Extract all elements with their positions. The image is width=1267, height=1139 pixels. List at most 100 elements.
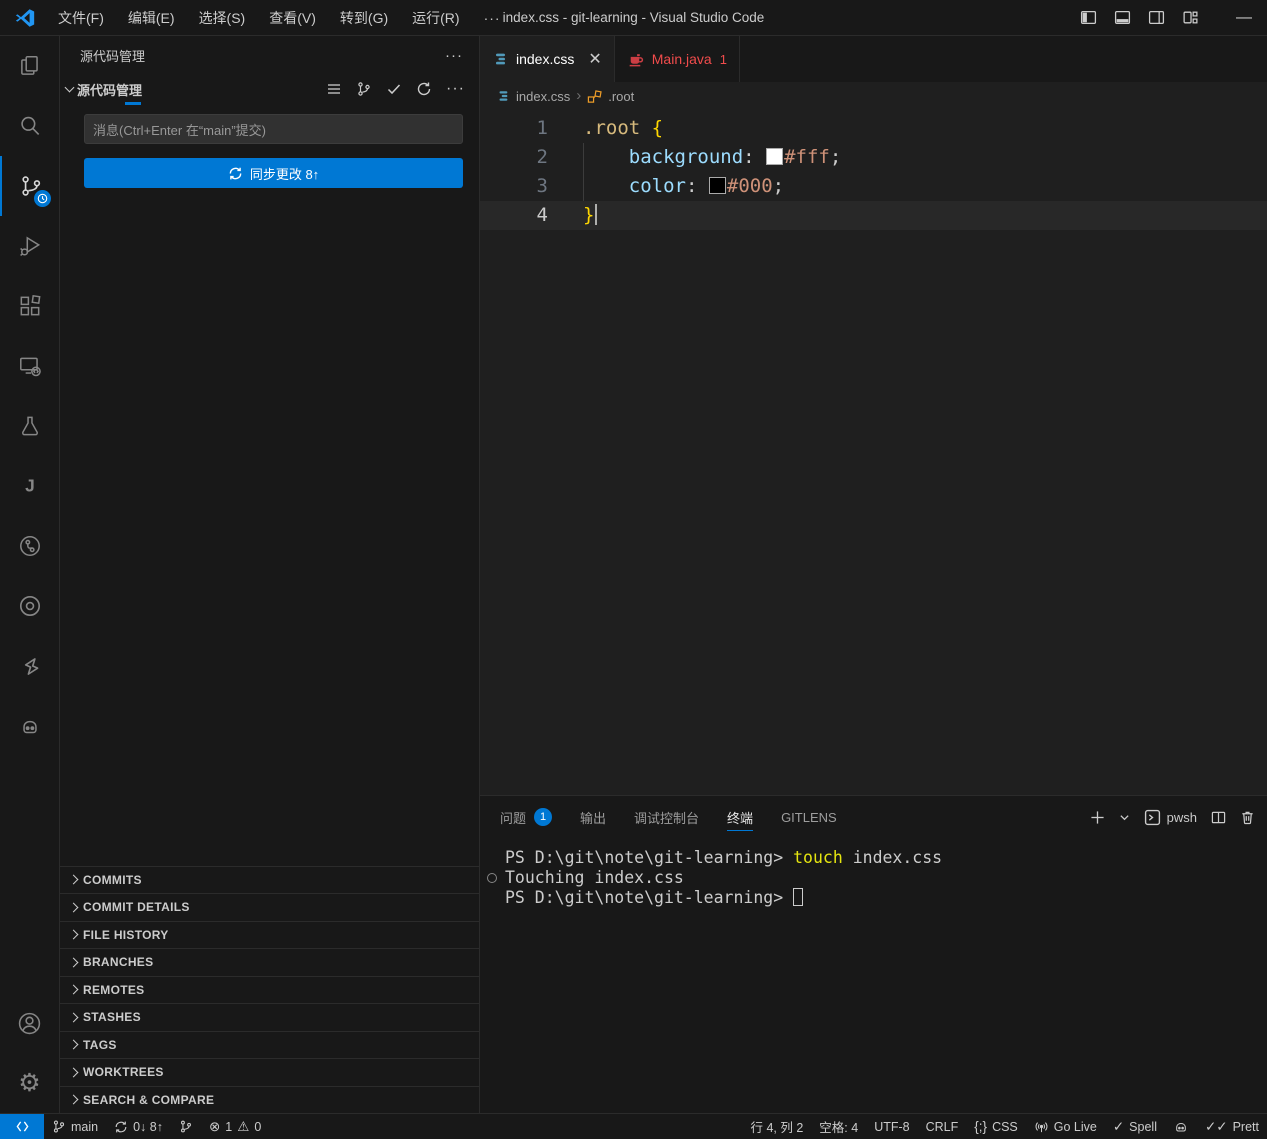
- problems-status[interactable]: ⊗ 1 ⚠ 0: [201, 1114, 269, 1139]
- refresh-icon[interactable]: [416, 81, 432, 97]
- menu-more-icon[interactable]: ···: [472, 10, 513, 26]
- run-debug-icon[interactable]: [0, 216, 60, 276]
- indent-guide: [583, 172, 584, 201]
- git-graph-icon[interactable]: [0, 516, 60, 576]
- line-content: .root {: [583, 114, 663, 143]
- view-as-list-icon[interactable]: [326, 81, 342, 97]
- code-token: [755, 146, 766, 168]
- go-live-status[interactable]: Go Live: [1026, 1114, 1105, 1139]
- remote-indicator[interactable]: [0, 1114, 44, 1139]
- minimize-icon[interactable]: —: [1221, 0, 1267, 36]
- scm-more-icon[interactable]: ···: [446, 80, 465, 98]
- code-token: ;: [773, 175, 784, 197]
- prettier-status[interactable]: ✓✓ Prett: [1197, 1114, 1267, 1139]
- section-label: COMMITS: [83, 873, 142, 887]
- scm-section-commits[interactable]: COMMITS: [60, 866, 479, 894]
- layout-sidebar-left-icon[interactable]: [1071, 0, 1105, 36]
- tab-debug-console[interactable]: 调试控制台: [634, 796, 699, 838]
- menu-view[interactable]: 查看(V): [257, 0, 328, 36]
- menu-run[interactable]: 运行(R): [400, 0, 471, 36]
- scm-graph-icon[interactable]: [356, 81, 372, 97]
- vscode-logo-icon: [14, 7, 36, 29]
- new-terminal-icon[interactable]: [1090, 810, 1105, 825]
- gitlens-icon[interactable]: [0, 636, 60, 696]
- scm-section-stashes[interactable]: STASHES: [60, 1003, 479, 1031]
- accounts-icon[interactable]: [0, 993, 60, 1053]
- source-control-icon[interactable]: [0, 156, 60, 216]
- scm-section-commit-details[interactable]: COMMIT DETAILS: [60, 893, 479, 921]
- remote-explorer-icon[interactable]: [0, 336, 60, 396]
- menu-file[interactable]: 文件(F): [46, 0, 116, 36]
- section-label: BRANCHES: [83, 955, 153, 969]
- terminal-dropdown-icon[interactable]: [1119, 812, 1130, 823]
- scm-section-file-history[interactable]: FILE HISTORY: [60, 921, 479, 949]
- layout-customize-icon[interactable]: [1173, 0, 1207, 36]
- close-icon[interactable]: ✕: [588, 49, 601, 69]
- spell-status[interactable]: ✓ Spell: [1105, 1114, 1165, 1139]
- code-line-2[interactable]: 2 background: #fff;: [480, 143, 1267, 172]
- menu-selection[interactable]: 选择(S): [187, 0, 258, 36]
- branch-status[interactable]: main: [44, 1114, 106, 1139]
- scm-section-remotes[interactable]: REMOTES: [60, 976, 479, 1004]
- code-line-1[interactable]: 1.root {: [480, 114, 1267, 143]
- terminal-content[interactable]: PS D:\git\note\git-learning> touch index…: [480, 838, 1267, 1113]
- command-decoration-icon[interactable]: [487, 873, 497, 883]
- code-line-4[interactable]: 4}: [480, 201, 1267, 230]
- indentation-status[interactable]: 空格: 4: [811, 1114, 866, 1139]
- testing-beaker-icon[interactable]: [0, 396, 60, 456]
- scm-graph-status-icon[interactable]: [171, 1114, 201, 1139]
- settings-gear-icon[interactable]: ⚙: [0, 1053, 60, 1113]
- robot-icon[interactable]: [0, 696, 60, 756]
- tab-output[interactable]: 输出: [580, 796, 606, 838]
- scm-section-header[interactable]: 源代码管理 ···: [60, 74, 479, 104]
- tab-problems[interactable]: 问题 1: [500, 796, 552, 838]
- color-swatch[interactable]: [709, 177, 726, 194]
- commit-check-icon[interactable]: [386, 81, 402, 97]
- line-number: 3: [480, 172, 548, 201]
- sync-icon: [114, 1120, 128, 1134]
- java-project-icon[interactable]: J: [0, 456, 60, 516]
- section-label: COMMIT DETAILS: [83, 900, 190, 914]
- code-token: }: [583, 204, 594, 226]
- editor-cursor: [595, 204, 597, 225]
- side-bar-source-control: 源代码管理 ··· 源代码管理 ··· 消息(Ctrl+Enter 在“main…: [60, 36, 480, 1113]
- target-circle-icon[interactable]: [0, 576, 60, 636]
- code-line-3[interactable]: 3 color: #000;: [480, 172, 1267, 201]
- tab-index-css[interactable]: index.css ✕: [480, 36, 615, 82]
- scm-section-worktrees[interactable]: WORKTREES: [60, 1058, 479, 1086]
- line-col-status[interactable]: 行 4, 列 2: [743, 1114, 812, 1139]
- extensions-icon[interactable]: [0, 276, 60, 336]
- tab-terminal[interactable]: 终端: [727, 796, 753, 838]
- code-editor[interactable]: 1.root {2 background: #fff;3 color: #000…: [480, 110, 1267, 795]
- explorer-icon[interactable]: [0, 36, 60, 96]
- tab-gitlens[interactable]: GITLENS: [781, 796, 837, 838]
- eol-status[interactable]: CRLF: [918, 1114, 967, 1139]
- breadcrumb-file[interactable]: index.css: [516, 89, 570, 104]
- tab-main-java[interactable]: Main.java 1: [615, 36, 740, 82]
- language-status[interactable]: {;} CSS: [966, 1114, 1025, 1139]
- layout-sidebar-right-icon[interactable]: [1139, 0, 1173, 36]
- sync-changes-button[interactable]: 同步更改 8↑: [84, 158, 463, 188]
- breadcrumb-symbol[interactable]: .root: [608, 89, 634, 104]
- color-swatch[interactable]: [766, 148, 783, 165]
- trash-icon[interactable]: [1240, 810, 1255, 825]
- scm-section-branches[interactable]: BRANCHES: [60, 948, 479, 976]
- line-content: color: #000;: [583, 172, 784, 201]
- sidebar-more-icon[interactable]: ···: [445, 47, 463, 64]
- terminal-line: PS D:\git\note\git-learning> touch index…: [480, 848, 1267, 868]
- shell-icon: [1144, 809, 1161, 826]
- chevron-right-icon: ›: [576, 87, 581, 104]
- encoding-status[interactable]: UTF-8: [866, 1114, 917, 1139]
- copilot-status[interactable]: [1165, 1114, 1197, 1139]
- menu-goto[interactable]: 转到(G): [328, 0, 400, 36]
- code-token: [583, 146, 629, 168]
- sync-status[interactable]: 0↓ 8↑: [106, 1114, 171, 1139]
- scm-section-search-compare[interactable]: SEARCH & COMPARE: [60, 1086, 479, 1114]
- scm-section-tags[interactable]: TAGS: [60, 1031, 479, 1059]
- menu-edit[interactable]: 编辑(E): [116, 0, 187, 36]
- commit-message-input[interactable]: 消息(Ctrl+Enter 在“main”提交): [84, 114, 463, 144]
- search-icon[interactable]: [0, 96, 60, 156]
- terminal-instance[interactable]: pwsh: [1144, 809, 1197, 826]
- split-terminal-icon[interactable]: [1211, 810, 1226, 825]
- layout-panel-icon[interactable]: [1105, 0, 1139, 36]
